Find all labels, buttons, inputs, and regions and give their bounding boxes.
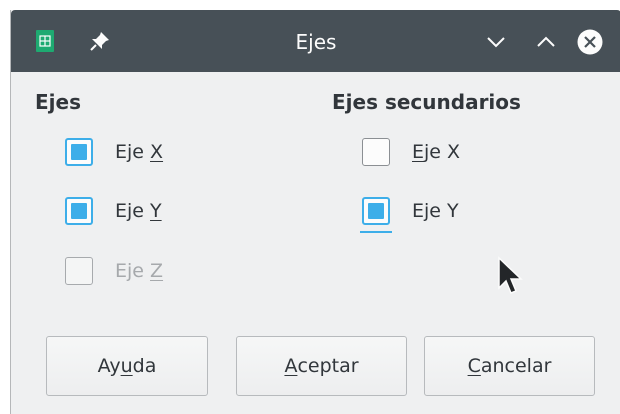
secondary-x-axis-label: Eje X [412, 141, 460, 163]
y-axis-checkbox[interactable] [65, 197, 93, 225]
title-bar[interactable]: Ejes [11, 10, 620, 72]
cancel-button-mnemonic: C [467, 355, 481, 377]
ok-button-label: ceptar [297, 355, 359, 377]
secondary-x-axis-mnemonic: E [412, 141, 425, 163]
window-title: Ejes [295, 30, 337, 54]
minimize-icon[interactable] [483, 29, 509, 55]
secondary-axes-section-title: Ejes secundarios [332, 90, 521, 114]
ok-button-mnemonic: A [284, 355, 298, 377]
help-button-label-end: da [132, 355, 157, 377]
secondary-x-axis-label-suffix: je X [424, 141, 461, 163]
maximize-icon[interactable] [533, 29, 559, 55]
cancel-button-label: ancelar [480, 355, 552, 377]
x-axis-label-prefix: Eje [115, 141, 151, 163]
help-button-mnemonic: u [120, 355, 133, 377]
y-axis-label: Eje Y [115, 200, 162, 222]
z-axis-label-prefix: Eje [115, 260, 151, 282]
z-axis-mnemonic: Z [150, 260, 164, 282]
y-axis-mnemonic: Y [150, 200, 162, 222]
mouse-cursor-icon [498, 256, 523, 294]
y-axis-label-prefix: Eje [115, 200, 151, 222]
help-button[interactable]: Ay u da [46, 336, 208, 396]
x-axis-checkbox[interactable] [65, 138, 93, 166]
focus-indicator [360, 231, 392, 233]
cancel-button[interactable]: Cancelar [424, 336, 595, 396]
ok-button[interactable]: Aceptar [236, 336, 407, 396]
secondary-y-axis-label: Eje Y [412, 200, 459, 222]
secondary-x-axis-checkbox[interactable] [362, 138, 390, 166]
y-axis-option[interactable]: Eje Y [65, 196, 162, 226]
z-axis-option: Eje Z [65, 256, 163, 286]
x-axis-mnemonic: X [150, 141, 164, 163]
axes-section-title: Ejes [35, 90, 81, 114]
z-axis-checkbox [65, 257, 93, 285]
help-button-label-start: Ay [97, 355, 121, 377]
secondary-y-axis-option[interactable]: Eje Y [362, 196, 459, 226]
z-axis-label: Eje Z [115, 260, 163, 282]
x-axis-label: Eje X [115, 141, 163, 163]
secondary-y-axis-checkbox[interactable] [362, 197, 390, 225]
axes-dialog: Ejes Ejes Eje X Eje Y Eje Z Ejes secunda… [10, 10, 620, 414]
close-icon[interactable] [577, 29, 603, 55]
x-axis-option[interactable]: Eje X [65, 137, 163, 167]
secondary-x-axis-option[interactable]: Eje X [362, 137, 460, 167]
